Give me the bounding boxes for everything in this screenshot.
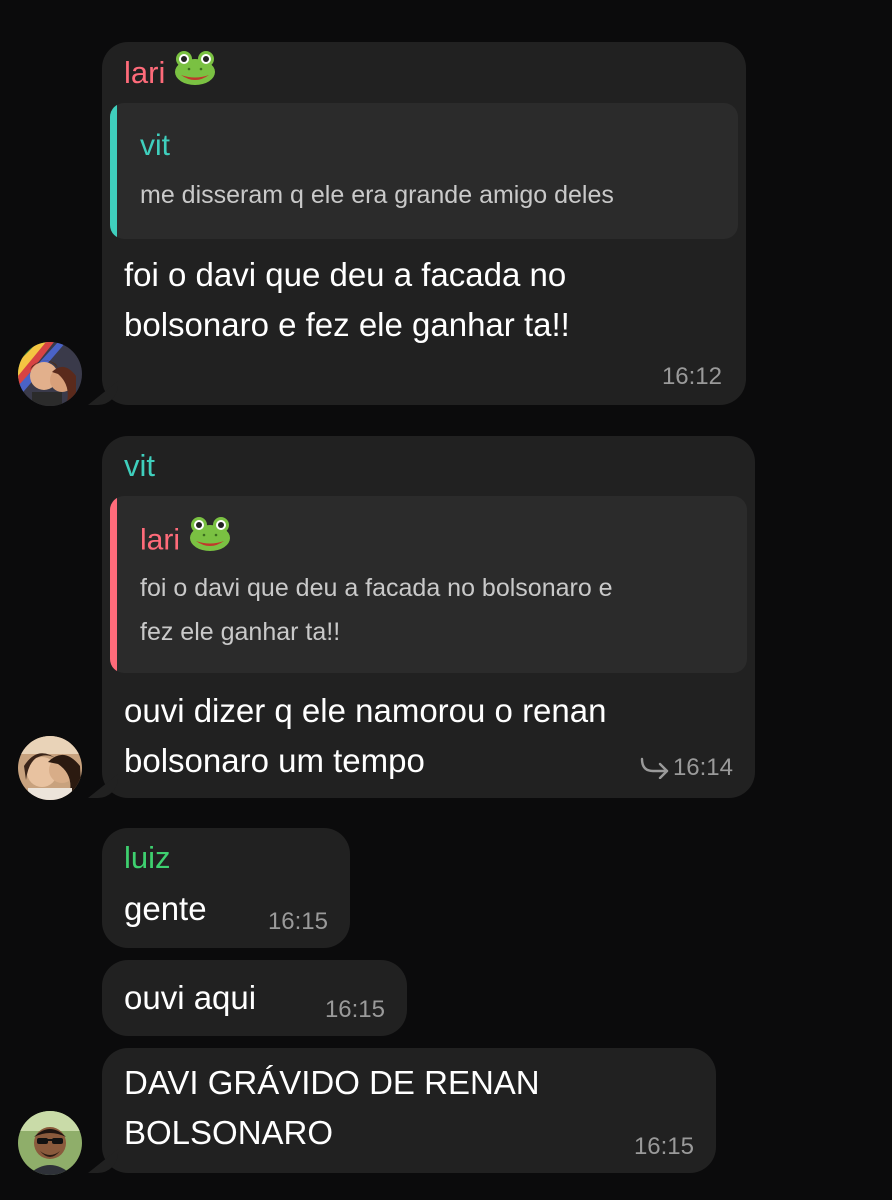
- quote-text: me disseram q ele era grande amigo deles: [140, 181, 614, 209]
- frog-face-icon: [173, 49, 217, 95]
- sender-name[interactable]: vit: [124, 448, 155, 484]
- reply-quote[interactable]: vit me disseram q ele era grande amigo d…: [110, 103, 738, 239]
- message-time: 16:14: [639, 754, 733, 786]
- avatar-vit[interactable]: [18, 736, 82, 800]
- message-time: 16:15: [324, 996, 385, 1023]
- frog-face-icon: [188, 515, 232, 562]
- message-time: 16:15: [633, 1133, 694, 1160]
- message-bubble-lari[interactable]: lari vit me disseram q ele era grande am…: [102, 42, 746, 405]
- message-text: ouvi dizer q ele namorou o renan bolsona…: [124, 692, 607, 779]
- avatar-lari[interactable]: [18, 342, 82, 406]
- message-text: DAVI GRÁVIDO DE RENAN BOLSONARO: [124, 1064, 540, 1151]
- avatar-luiz[interactable]: [18, 1111, 82, 1175]
- message-bubble-luiz[interactable]: luiz gente 16:15: [102, 828, 350, 948]
- message-text: gente: [124, 890, 207, 927]
- sender-name[interactable]: lari: [124, 51, 217, 95]
- quote-sender-name: vit: [140, 129, 170, 162]
- message-bubble-vit[interactable]: vit lari foi o davi que deu a facada no …: [102, 436, 755, 798]
- reply-quote[interactable]: lari foi o davi que deu a facada no bols…: [110, 496, 747, 673]
- sender-name[interactable]: luiz: [124, 840, 171, 876]
- message-time: 16:15: [267, 908, 328, 935]
- quote-sender-name: lari: [140, 517, 232, 562]
- message-bubble[interactable]: DAVI GRÁVIDO DE RENAN BOLSONARO 16:15: [102, 1048, 716, 1173]
- quote-text: foi o davi que deu a facada no bolsonaro…: [140, 574, 613, 646]
- chat-history: lari vit me disseram q ele era grande am…: [0, 0, 892, 1200]
- message-bubble[interactable]: ouvi aqui 16:15: [102, 960, 407, 1036]
- quote-accent-bar: [110, 496, 117, 673]
- quote-accent-bar: [110, 103, 117, 239]
- message-text: foi o davi que deu a facada no bolsonaro…: [124, 256, 570, 343]
- message-text: ouvi aqui: [124, 979, 257, 1016]
- forward-arrow-icon: [639, 755, 671, 786]
- message-time: 16:12: [661, 363, 722, 390]
